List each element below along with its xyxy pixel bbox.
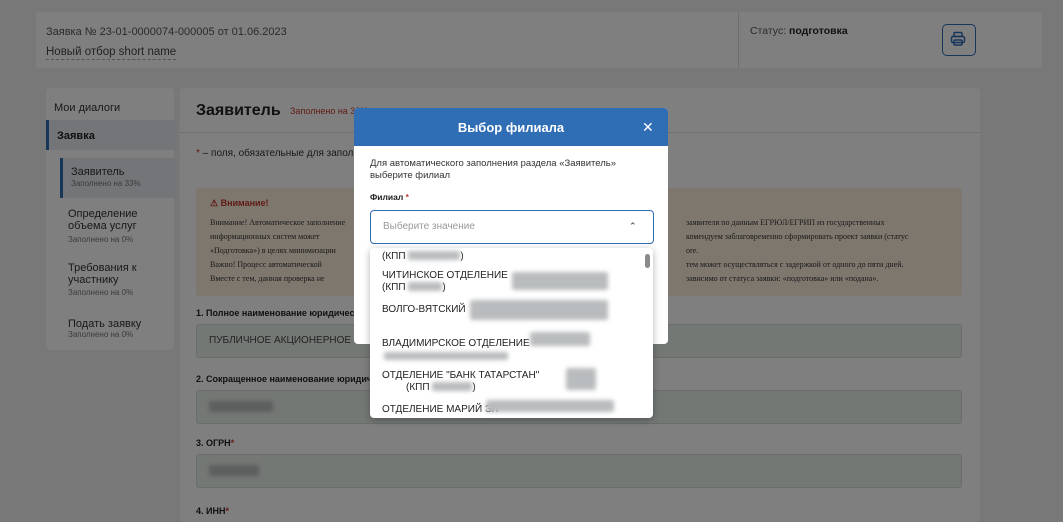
branch-dropdown-list[interactable]: (КПП ) ЧИТИНСКОЕ ОТДЕЛЕНИЕ (КПП ) ВОЛГО-…	[370, 248, 653, 418]
redacted-value	[432, 382, 473, 391]
redacted-value	[530, 332, 590, 346]
list-item[interactable]: ВОЛГО-ВЯТСКИЙ	[382, 304, 466, 315]
redacted-value	[408, 251, 461, 260]
branch-select-placeholder: Выберите значение	[383, 221, 475, 232]
modal-title: Выбор филиала	[457, 120, 565, 135]
list-item[interactable]: (КПП )	[382, 250, 464, 262]
redacted-value	[566, 368, 596, 390]
redacted-value	[384, 352, 508, 360]
dropdown-scrollbar[interactable]	[645, 254, 650, 268]
branch-select[interactable]: Выберите значение ⌃	[370, 210, 654, 244]
redacted-value	[470, 300, 608, 320]
redacted-value	[512, 272, 608, 290]
redacted-value	[486, 400, 614, 412]
chevron-up-icon[interactable]: ⌃	[629, 221, 637, 232]
close-icon[interactable]: ✕	[642, 119, 654, 136]
list-item[interactable]: ОТДЕЛЕНИЕ МАРИЙ ЭЛ	[382, 404, 498, 415]
modal-description: Для автоматического заполнения раздела «…	[370, 158, 617, 181]
list-item[interactable]: ОТДЕЛЕНИЕ "БАНК ТАТАРСТАН" (КПП )	[382, 370, 539, 393]
list-item[interactable]: ВЛАДИМИРСКОЕ ОТДЕЛЕНИЕ	[382, 338, 530, 349]
branch-field-label: Филиал *	[370, 192, 409, 202]
list-item[interactable]: ЧИТИНСКОЕ ОТДЕЛЕНИЕ (КПП )	[382, 270, 508, 293]
modal-header: Выбор филиала ✕	[354, 108, 668, 146]
redacted-value	[408, 282, 443, 291]
